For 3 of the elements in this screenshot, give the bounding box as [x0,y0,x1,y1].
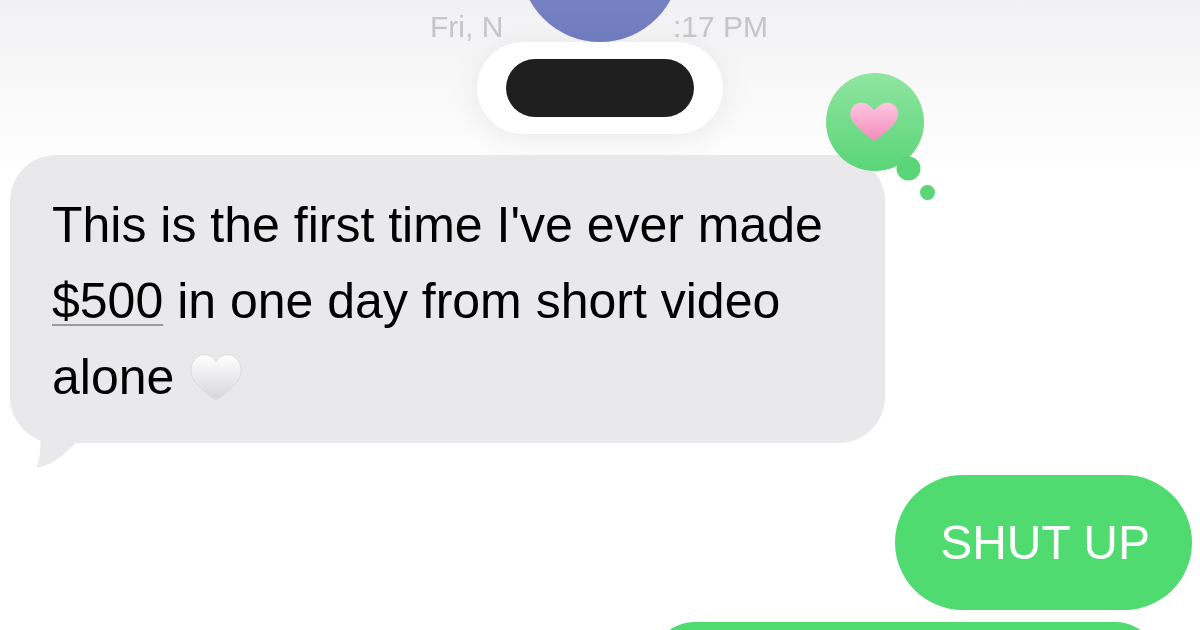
message-text: This is the first time I've ever made $500 in one day from short video alone [52,196,824,407]
sent-message-bubble: SHUT UP [895,475,1192,610]
amount-link[interactable]: $500 [52,273,164,329]
